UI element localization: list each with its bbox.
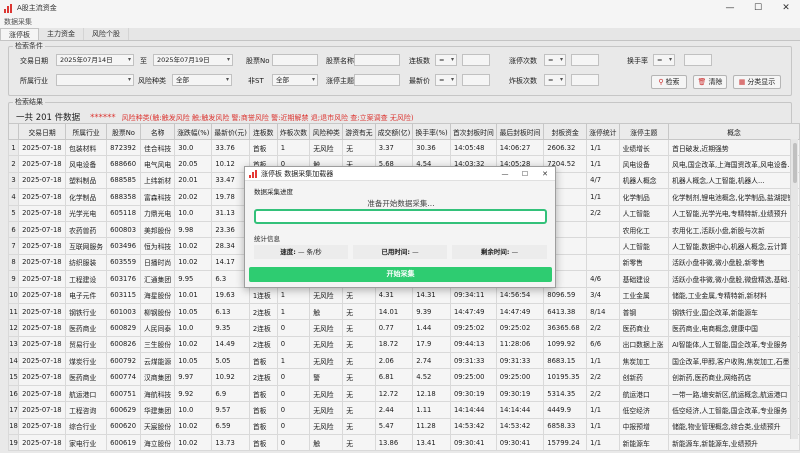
- remaining-label: 剩余时间:: [480, 248, 510, 256]
- dialog-title-bar: 涨停板 数据采集加载器 — ☐ ✕: [245, 167, 555, 181]
- progress-section-label: 数据采集进度: [254, 188, 293, 196]
- stats-section-label: 统计信息: [254, 235, 280, 243]
- remaining-value: —: [511, 248, 519, 256]
- elapsed-label: 已用时间:: [381, 248, 411, 256]
- dialog-minimize-button[interactable]: —: [495, 170, 515, 178]
- progress-bar: [254, 209, 547, 224]
- remaining-stat: 剩余时间: —: [452, 245, 547, 259]
- speed-stat: 速度: — 条/秒: [254, 245, 348, 259]
- dialog-maximize-button[interactable]: ☐: [515, 170, 535, 178]
- elapsed-stat: 已用时间: —: [353, 245, 447, 259]
- dialog-logo-icon: [249, 169, 257, 178]
- speed-value: — 条/秒: [297, 248, 322, 256]
- speed-label: 速度:: [280, 248, 296, 256]
- dialog-close-button[interactable]: ✕: [535, 170, 555, 178]
- collect-loader-dialog: 涨停板 数据采集加载器 — ☐ ✕ 数据采集进度 准备开始数据采集... 统计信…: [244, 166, 556, 288]
- dialog-title: 涨停板 数据采集加载器: [261, 169, 334, 178]
- start-collect-button[interactable]: 开始采集: [249, 267, 552, 282]
- collect-status: 准备开始数据采集...: [367, 199, 435, 208]
- elapsed-value: —: [412, 248, 419, 256]
